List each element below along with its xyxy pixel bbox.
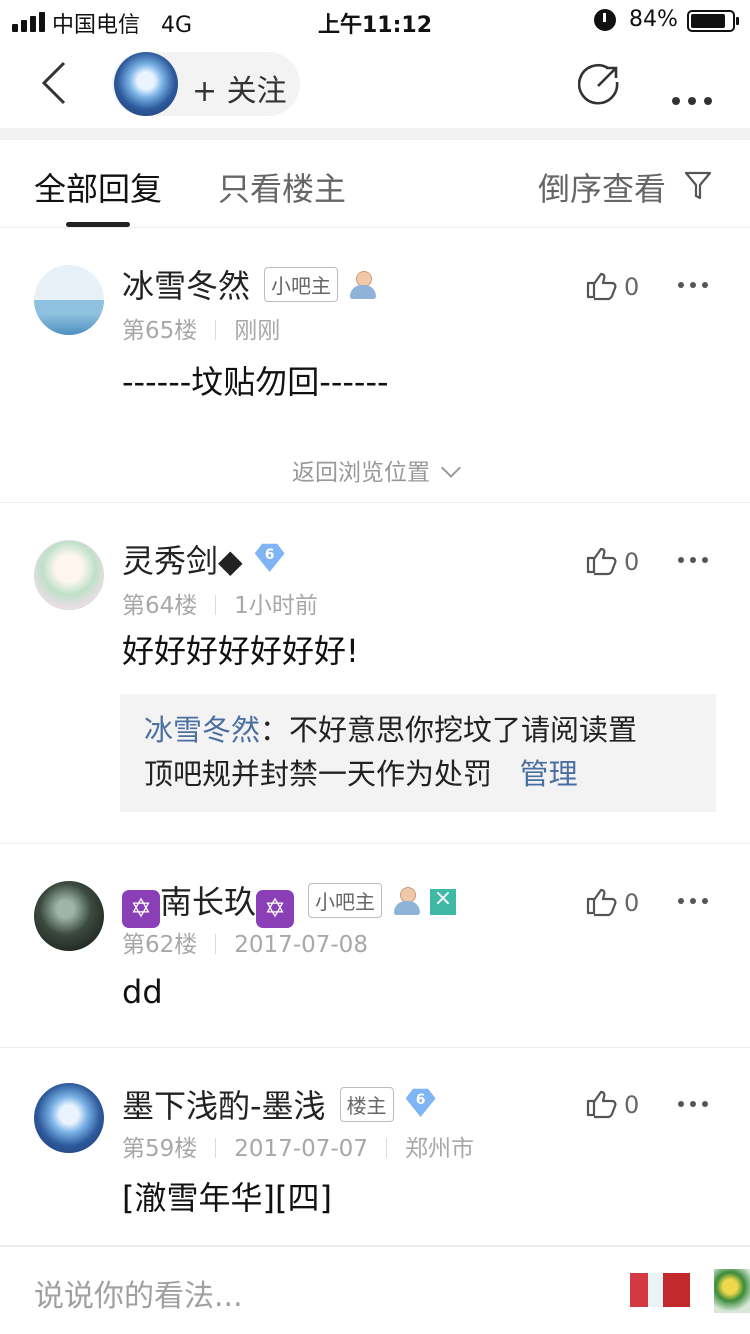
reply-post: 灵秀剑◆ 6 第64楼 1小时前 好好好好好好好! 0 冰雪冬然：不好意思你挖坟了请… bbox=[0, 504, 750, 844]
username[interactable]: 墨下浅酌-墨浅 bbox=[122, 1087, 326, 1125]
user-role-icon bbox=[350, 271, 377, 299]
floor-number: 第59楼 bbox=[122, 1136, 198, 1162]
username-row: 墨下浅酌-墨浅 楼主 6 bbox=[122, 1081, 436, 1127]
thumb-up-icon bbox=[586, 547, 617, 576]
username[interactable]: 冰雪冬然 bbox=[122, 267, 250, 305]
battery-percent: 84% bbox=[629, 7, 678, 32]
comment-input[interactable]: 说说你的看法... bbox=[34, 1271, 243, 1315]
share-icon[interactable] bbox=[578, 62, 622, 106]
reply-tabs: 全部回复 只看楼主 倒序查看 bbox=[0, 140, 750, 228]
user-avatar[interactable] bbox=[34, 881, 104, 951]
sticker-thumbnail[interactable] bbox=[714, 1269, 750, 1313]
user-role-icon bbox=[394, 887, 421, 915]
user-avatar[interactable] bbox=[34, 1083, 104, 1153]
sub-reply-text: 不好意思你挖坟了请阅读置 bbox=[289, 713, 638, 747]
user-avatar[interactable] bbox=[34, 265, 104, 335]
post-time: 2017-07-08 bbox=[234, 932, 368, 958]
sub-reply-box[interactable]: 冰雪冬然：不好意思你挖坟了请阅读置 顶吧规并封禁一天作为处罚 管理 bbox=[120, 694, 716, 812]
star-of-david-icon: ✡ bbox=[256, 890, 295, 928]
username[interactable]: 灵秀剑◆ bbox=[122, 542, 243, 580]
sub-reply-text: 顶吧规并封禁一天作为处罚 bbox=[144, 757, 493, 791]
member-icon bbox=[430, 886, 457, 915]
tab-all-replies[interactable]: 全部回复 bbox=[34, 164, 162, 210]
manage-link[interactable]: 管理 bbox=[520, 757, 578, 791]
alarm-icon bbox=[594, 9, 616, 31]
reply-post: ✡南长玖✡ 小吧主 第62楼 2017-07-08 dd 0 bbox=[0, 845, 750, 1048]
like-count: 0 bbox=[624, 1091, 640, 1119]
thumb-up-icon bbox=[586, 1090, 617, 1119]
more-menu-icon[interactable] bbox=[672, 78, 720, 113]
post-time: 2017-07-07 bbox=[234, 1136, 368, 1162]
sub-reply-line-1: 冰雪冬然：不好意思你挖坟了请阅读置 bbox=[144, 713, 638, 747]
status-bar: 中国电信 4G 上午11:12 84% bbox=[0, 0, 750, 40]
chevron-down-icon bbox=[441, 458, 461, 478]
comment-input-bar: 说说你的看法... bbox=[0, 1246, 750, 1334]
post-more-icon[interactable] bbox=[678, 557, 712, 567]
battery-icon bbox=[687, 10, 739, 32]
post-more-icon[interactable] bbox=[678, 1101, 712, 1111]
level-badge-icon: 6 bbox=[254, 542, 285, 572]
filter-icon[interactable] bbox=[684, 170, 712, 200]
post-meta: 第59楼 2017-07-07 郑州市 bbox=[122, 1129, 474, 1163]
return-label: 返回浏览位置 bbox=[292, 460, 430, 486]
like-button[interactable]: 0 bbox=[584, 1089, 639, 1119]
active-tab-indicator bbox=[66, 222, 130, 227]
forum-avatar bbox=[114, 52, 178, 116]
follow-button[interactable]: + 关注 bbox=[112, 52, 300, 116]
post-location: 郑州市 bbox=[404, 1136, 474, 1162]
like-count: 0 bbox=[624, 273, 640, 301]
post-content: 好好好好好好好! bbox=[122, 632, 359, 670]
like-count: 0 bbox=[624, 889, 640, 917]
reverse-order-button[interactable]: 倒序查看 bbox=[538, 164, 666, 210]
moderator-badge: 小吧主 bbox=[264, 267, 339, 302]
thread-owner-badge: 楼主 bbox=[339, 1087, 394, 1122]
thumb-up-icon bbox=[586, 272, 617, 301]
post-time: 刚刚 bbox=[234, 318, 281, 344]
username-row: ✡ 南长玖 ✡ 小吧主 bbox=[122, 877, 457, 928]
post-more-icon[interactable] bbox=[678, 282, 712, 292]
post-meta: 第64楼 1小时前 bbox=[122, 586, 318, 620]
reply-post: 冰雪冬然 小吧主 第65楼 刚刚 ------坟贴勿回------ 0 返回浏览位置 bbox=[0, 229, 750, 503]
sticker-thumbnail[interactable] bbox=[630, 1273, 690, 1307]
post-more-icon[interactable] bbox=[678, 898, 712, 908]
tab-owner-only[interactable]: 只看楼主 bbox=[218, 164, 346, 210]
username-row: 冰雪冬然 小吧主 bbox=[122, 261, 377, 307]
post-content: dd bbox=[122, 973, 163, 1011]
return-position-button[interactable]: 返回浏览位置 bbox=[0, 453, 750, 487]
moderator-badge: 小吧主 bbox=[308, 883, 383, 918]
reply-post: 墨下浅酌-墨浅 楼主 6 第59楼 2017-07-07 郑州市 [澈雪年华][四] 0 bbox=[0, 1049, 750, 1246]
floor-number: 第65楼 bbox=[122, 318, 198, 344]
username[interactable]: 南长玖 bbox=[160, 883, 256, 921]
back-arrow-icon[interactable] bbox=[38, 60, 72, 106]
follow-label: + 关注 bbox=[192, 74, 287, 109]
divider bbox=[0, 128, 750, 140]
like-button[interactable]: 0 bbox=[584, 271, 639, 301]
nav-bar: + 关注 bbox=[0, 40, 750, 128]
floor-number: 第64楼 bbox=[122, 593, 198, 619]
username-row: 灵秀剑◆ 6 bbox=[122, 536, 285, 582]
post-content: ------坟贴勿回------ bbox=[122, 363, 389, 401]
user-avatar[interactable] bbox=[34, 540, 104, 610]
post-time: 1小时前 bbox=[234, 593, 318, 619]
post-meta: 第65楼 刚刚 bbox=[122, 311, 280, 345]
post-meta: 第62楼 2017-07-08 bbox=[122, 925, 368, 959]
post-content: [澈雪年华][四] bbox=[122, 1179, 332, 1217]
like-button[interactable]: 0 bbox=[584, 546, 639, 576]
floor-number: 第62楼 bbox=[122, 932, 198, 958]
level-badge-icon: 6 bbox=[405, 1087, 436, 1117]
sub-reply-line-2: 顶吧规并封禁一天作为处罚 管理 bbox=[144, 752, 692, 796]
star-of-david-icon: ✡ bbox=[122, 890, 160, 928]
like-button[interactable]: 0 bbox=[584, 887, 639, 917]
sub-reply-author[interactable]: 冰雪冬然 bbox=[144, 713, 260, 747]
like-count: 0 bbox=[624, 548, 640, 576]
thumb-up-icon bbox=[586, 888, 617, 917]
